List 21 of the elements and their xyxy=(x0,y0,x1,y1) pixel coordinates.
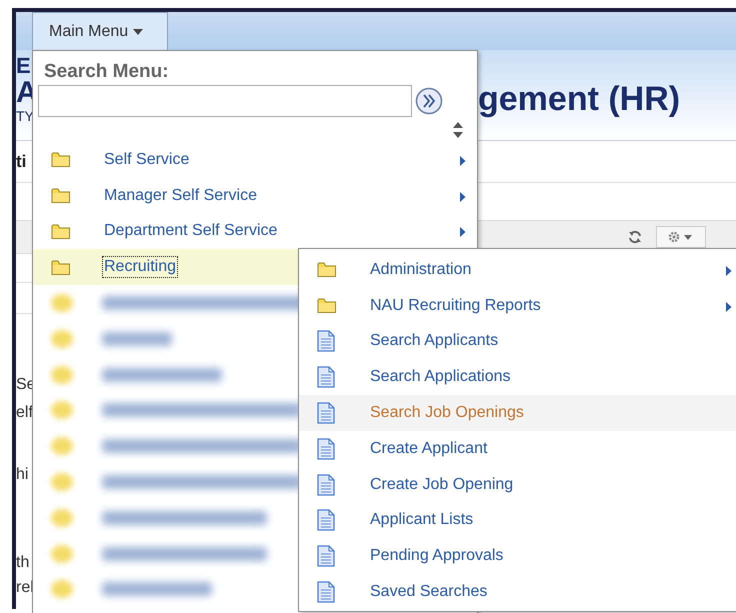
text-fragment: hi xyxy=(16,466,28,484)
page-title: gement (HR) xyxy=(478,79,680,120)
menu-item[interactable]: Create Applicant xyxy=(368,438,490,460)
menu-item[interactable]: Administration xyxy=(368,258,474,281)
menu-item[interactable]: Pending Approvals xyxy=(368,545,506,568)
menu-item[interactable]: Manager Self Service xyxy=(102,184,259,207)
menu-item[interactable]: Create Job Opening xyxy=(368,474,516,496)
menu-item[interactable]: Search Applications xyxy=(368,366,513,388)
menu-item[interactable]: Recruiting xyxy=(102,256,178,278)
menu-item[interactable]: Search Applicants xyxy=(368,330,500,352)
section-heading: ti xyxy=(16,152,26,172)
text-fragment: th xyxy=(16,554,30,572)
header-text-fragment: TY xyxy=(16,108,35,124)
menu-item[interactable]: Department Self Service xyxy=(102,220,280,242)
search-menu-label: Search Menu: xyxy=(44,61,170,83)
menu-item[interactable]: Applicant Lists xyxy=(368,509,476,532)
main-menu-button[interactable]: Main Menu xyxy=(32,12,168,50)
menu-item[interactable]: NAU Recruiting Reports xyxy=(368,294,543,317)
menu-item[interactable]: Saved Searches xyxy=(368,581,490,604)
menu-item[interactable]: Self Service xyxy=(102,148,192,171)
text-fragment: elf xyxy=(16,404,33,422)
